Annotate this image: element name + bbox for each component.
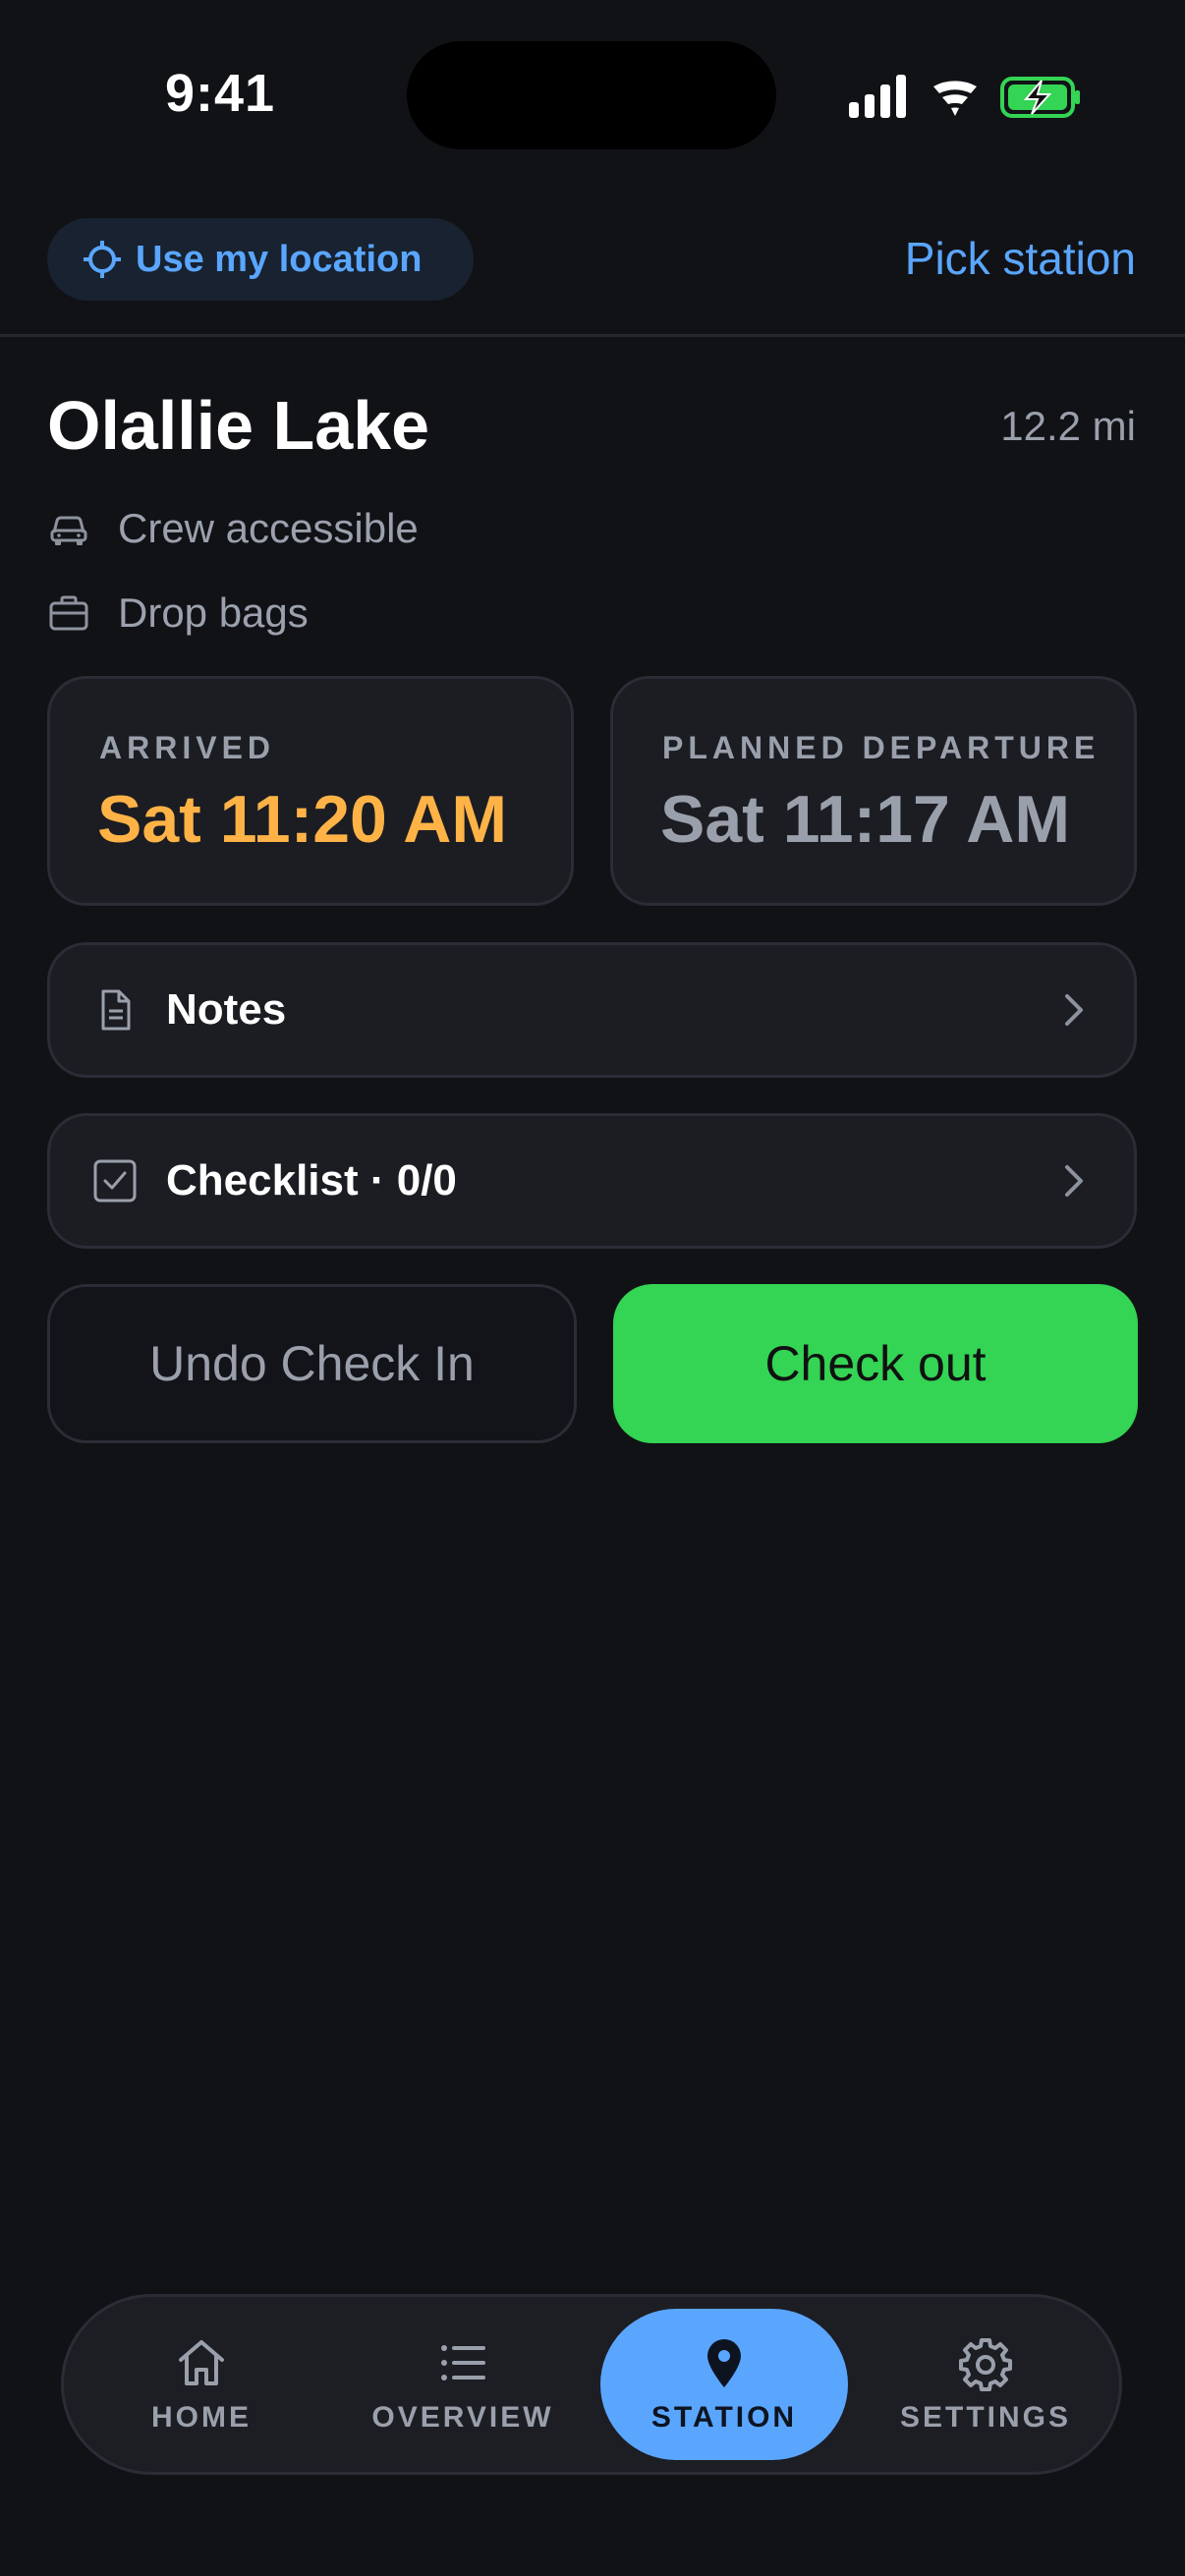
- checklist-label: Checklist · 0/0: [166, 1156, 457, 1204]
- pick-station-link[interactable]: Pick station: [905, 232, 1136, 285]
- planned-departure-card: PLANNED DEPARTURE Sat 11:17 AM: [610, 676, 1137, 906]
- notes-row[interactable]: Notes: [47, 942, 1137, 1078]
- attribute-drop-bags: Drop bags: [47, 589, 309, 637]
- tab-station[interactable]: STATION: [600, 2309, 848, 2460]
- gear-icon: [959, 2338, 1012, 2391]
- use-my-location-label: Use my location: [136, 238, 423, 280]
- use-my-location-button[interactable]: Use my location: [47, 218, 474, 301]
- tab-bar: HOME OVERVIEW STATION SETTINGS: [61, 2294, 1122, 2475]
- station-name: Olallie Lake: [47, 387, 430, 464]
- attribute-label: Crew accessible: [118, 505, 419, 551]
- attribute-crew-accessible: Crew accessible: [47, 505, 419, 552]
- document-icon: [101, 989, 131, 1031]
- status-bar: 9:41: [0, 0, 1185, 177]
- map-pin-icon: [707, 2339, 741, 2387]
- undo-check-in-button[interactable]: Undo Check In: [47, 1284, 577, 1443]
- planned-departure-label: PLANNED DEPARTURE: [662, 730, 1100, 765]
- arrived-value: Sat 11:20 AM: [97, 782, 507, 857]
- arrived-label: ARRIVED: [99, 730, 276, 765]
- list-icon: [441, 2345, 485, 2380]
- attribute-label: Drop bags: [118, 589, 309, 636]
- wifi-icon: [933, 81, 977, 116]
- tab-station-label: STATION: [650, 2401, 798, 2434]
- chevron-right-icon: [1065, 1165, 1083, 1197]
- checkbox-icon: [93, 1159, 137, 1203]
- tab-home-label: HOME: [151, 2401, 252, 2434]
- battery-charging-icon: [1000, 77, 1080, 118]
- arrived-card: ARRIVED Sat 11:20 AM: [47, 676, 574, 906]
- check-out-button[interactable]: Check out: [613, 1284, 1138, 1443]
- crosshair-icon: [84, 241, 121, 278]
- tab-overview-label: OVERVIEW: [371, 2401, 554, 2434]
- top-bar: Use my location Pick station: [0, 196, 1185, 337]
- notes-label: Notes: [166, 985, 287, 1034]
- tab-settings-label: SETTINGS: [899, 2401, 1071, 2434]
- chevron-right-icon: [1065, 994, 1083, 1026]
- planned-departure-value: Sat 11:17 AM: [660, 782, 1070, 857]
- cellular-signal-icon: [849, 75, 906, 118]
- car-icon: [50, 516, 87, 545]
- station-distance: 12.2 mi: [1000, 403, 1136, 449]
- checklist-row[interactable]: Checklist · 0/0: [47, 1113, 1137, 1249]
- tab-settings[interactable]: SETTINGS: [862, 2309, 1109, 2460]
- tab-home[interactable]: HOME: [78, 2309, 325, 2460]
- briefcase-icon: [49, 595, 88, 631]
- tab-overview[interactable]: OVERVIEW: [339, 2309, 587, 2460]
- status-time: 9:41: [165, 64, 276, 123]
- dynamic-island: [407, 41, 776, 149]
- status-icons: [849, 75, 1080, 118]
- home-icon: [179, 2340, 224, 2385]
